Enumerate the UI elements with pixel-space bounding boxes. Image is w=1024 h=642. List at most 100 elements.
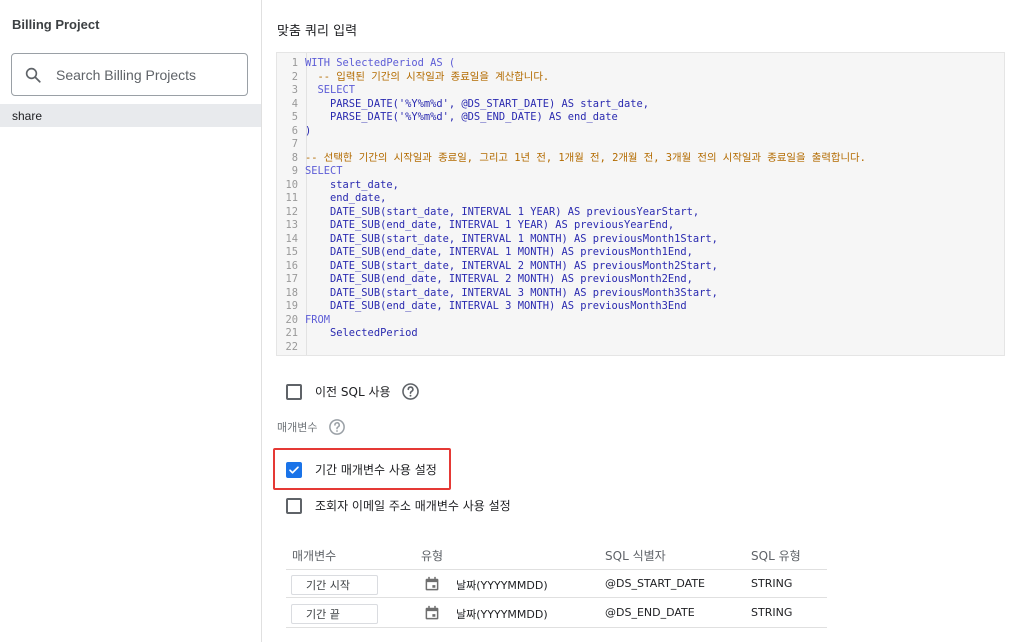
- code-text: DATE_SUB(end_date, INTERVAL 3 MONTH) AS …: [305, 300, 687, 312]
- line-number: 3: [291, 84, 298, 96]
- code-text: WITH SelectedPeriod AS (: [305, 57, 456, 69]
- line-number: 4: [291, 97, 298, 110]
- line-number: 8: [291, 151, 298, 164]
- code-line: 15 DATE_SUB(end_date, INTERVAL 1 MONTH) …: [277, 246, 692, 260]
- code-text: SelectedPeriod: [305, 327, 418, 339]
- code-text: ): [305, 124, 312, 137]
- code-line: 5 PARSE_DATE('%Y%m%d', @DS_END_DATE) AS …: [277, 111, 618, 125]
- sidebar-title: Billing Project: [12, 17, 100, 32]
- code-text: -- 입력된 기간의 시작일과 종료일을 계산합니다.: [305, 70, 550, 83]
- param-name-chip[interactable]: 기간 끝: [291, 604, 378, 624]
- line-number: 13: [285, 219, 298, 231]
- main-panel: 맞춤 쿼리 입력 1 WITH SelectedPeriod AS ( 2 -- 입…: [262, 0, 1024, 642]
- line-number: 16: [285, 259, 298, 272]
- search-icon: [25, 67, 41, 83]
- check-icon: [289, 465, 299, 474]
- email-params-row: 조회자 이메일 주소 매개변수 사용 설정: [286, 497, 511, 514]
- code-line: 7: [277, 138, 305, 152]
- line-number: 14: [285, 232, 298, 245]
- calendar-icon: [425, 605, 439, 620]
- code-line: 14 DATE_SUB(start_date, INTERVAL 1 MONTH…: [277, 232, 718, 247]
- line-number: 9: [291, 165, 298, 177]
- code-text: SELECT: [305, 84, 356, 96]
- code-line: 4 PARSE_DATE('%Y%m%d', @DS_START_DATE) A…: [277, 98, 649, 112]
- legacy-sql-label: 이전 SQL 사용: [315, 385, 391, 399]
- code-line: 13 DATE_SUB(end_date, INTERVAL 1 YEAR) A…: [277, 219, 674, 233]
- search-box[interactable]: [11, 53, 248, 96]
- col-header-identifier: SQL 식별자: [605, 549, 666, 563]
- line-number: 19: [285, 300, 298, 312]
- code-text: start_date,: [305, 178, 399, 191]
- line-number: 17: [285, 273, 298, 285]
- col-header-param: 매개변수: [292, 549, 337, 563]
- code-text: end_date,: [305, 192, 387, 204]
- line-number: 5: [291, 111, 298, 123]
- code-text: DATE_SUB(start_date, INTERVAL 1 YEAR) AS…: [305, 205, 700, 218]
- code-text: PARSE_DATE('%Y%m%d', @DS_START_DATE) AS …: [305, 97, 650, 110]
- email-params-label: 조회자 이메일 주소 매개변수 사용 설정: [315, 499, 511, 513]
- param-name-chip[interactable]: 기간 시작: [291, 575, 378, 595]
- table-row: 기간 시작 날짜(YYYYMMDD) @DS_START_DATE STRING: [286, 569, 827, 598]
- line-number: 12: [285, 205, 298, 218]
- line-number: 6: [291, 124, 298, 137]
- line-number: 1: [291, 57, 298, 69]
- sidebar: Billing Project share: [0, 0, 262, 642]
- calendar-icon: [425, 576, 439, 591]
- line-number: 7: [291, 138, 298, 150]
- params-label-row: 매개변수: [277, 418, 346, 436]
- code-line: 21 SelectedPeriod: [277, 327, 418, 341]
- code-line: 18 DATE_SUB(start_date, INTERVAL 3 MONTH…: [277, 286, 717, 301]
- date-params-row: 기간 매개변수 사용 설정: [286, 461, 437, 478]
- line-number: 20: [285, 313, 298, 326]
- param-type: 날짜(YYYYMMDD): [456, 608, 548, 621]
- code-text: SELECT: [305, 165, 343, 177]
- date-params-label: 기간 매개변수 사용 설정: [315, 463, 437, 477]
- code-line: 22: [277, 341, 305, 355]
- line-number: 15: [285, 246, 298, 258]
- code-line: 6): [277, 124, 312, 139]
- code-text: DATE_SUB(start_date, INTERVAL 2 MONTH) A…: [305, 259, 718, 272]
- code-text: DATE_SUB(start_date, INTERVAL 1 MONTH) A…: [305, 232, 718, 245]
- date-params-checkbox[interactable]: [286, 461, 302, 478]
- sidebar-item-share[interactable]: share: [0, 104, 261, 127]
- param-type: 날짜(YYYYMMDD): [456, 579, 548, 592]
- code-text: DATE_SUB(end_date, INTERVAL 1 YEAR) AS p…: [305, 219, 675, 231]
- params-help-icon[interactable]: [328, 418, 346, 436]
- param-identifier: @DS_END_DATE: [605, 606, 695, 619]
- code-line: 3 SELECT: [277, 84, 355, 98]
- line-number: 22: [285, 340, 298, 353]
- code-line: 12 DATE_SUB(start_date, INTERVAL 1 YEAR)…: [277, 206, 699, 220]
- code-line: 1 WITH SelectedPeriod AS (: [277, 57, 455, 71]
- param-identifier: @DS_START_DATE: [605, 577, 706, 590]
- code-text: DATE_SUB(end_date, INTERVAL 2 MONTH) AS …: [305, 273, 693, 285]
- code-line: 20 FROM: [277, 314, 330, 328]
- code-line: 9 SELECT: [277, 165, 343, 179]
- line-number: 11: [285, 192, 298, 204]
- param-sql-type: STRING: [751, 577, 793, 590]
- line-number: 2: [291, 70, 298, 83]
- param-sql-type: STRING: [751, 606, 793, 619]
- code-text: -- 선택한 기간의 시작일과 종료일, 그리고 1년 전, 1개월 전, 2개…: [305, 151, 866, 164]
- col-header-type: 유형: [421, 549, 444, 563]
- code-line: 11 end_date,: [277, 192, 386, 206]
- line-number: 18: [285, 286, 298, 299]
- help-icon[interactable]: [401, 382, 420, 401]
- section-title: 맞춤 쿼리 입력: [277, 24, 358, 39]
- code-line: 16 DATE_SUB(start_date, INTERVAL 2 MONTH…: [277, 259, 718, 274]
- table-row: 기간 끝 날짜(YYYYMMDD) @DS_END_DATE STRING: [286, 599, 827, 628]
- email-params-checkbox[interactable]: [286, 497, 302, 514]
- legacy-sql-row: 이전 SQL 사용: [286, 382, 420, 401]
- line-number: 21: [285, 327, 298, 339]
- params-label: 매개변수: [277, 421, 318, 434]
- code-line: 19 DATE_SUB(end_date, INTERVAL 3 MONTH) …: [277, 300, 687, 314]
- code-text: FROM: [305, 313, 331, 326]
- code-text: PARSE_DATE('%Y%m%d', @DS_END_DATE) AS en…: [305, 111, 618, 123]
- code-line: 2 -- 입력된 기간의 시작일과 종료일을 계산합니다.: [277, 71, 549, 85]
- col-header-sql-type: SQL 유형: [751, 549, 801, 563]
- code-line: 8 -- 선택한 기간의 시작일과 종료일, 그리고 1년 전, 1개월 전, 2…: [277, 152, 866, 166]
- sql-editor[interactable]: 1 WITH SelectedPeriod AS ( 2 -- 입력된 기간의 시작…: [276, 52, 1005, 356]
- search-input[interactable]: [56, 66, 236, 83]
- code-line: 17 DATE_SUB(end_date, INTERVAL 2 MONTH) …: [277, 273, 693, 287]
- legacy-sql-checkbox[interactable]: [286, 383, 302, 400]
- code-line: 10 start_date,: [277, 178, 399, 193]
